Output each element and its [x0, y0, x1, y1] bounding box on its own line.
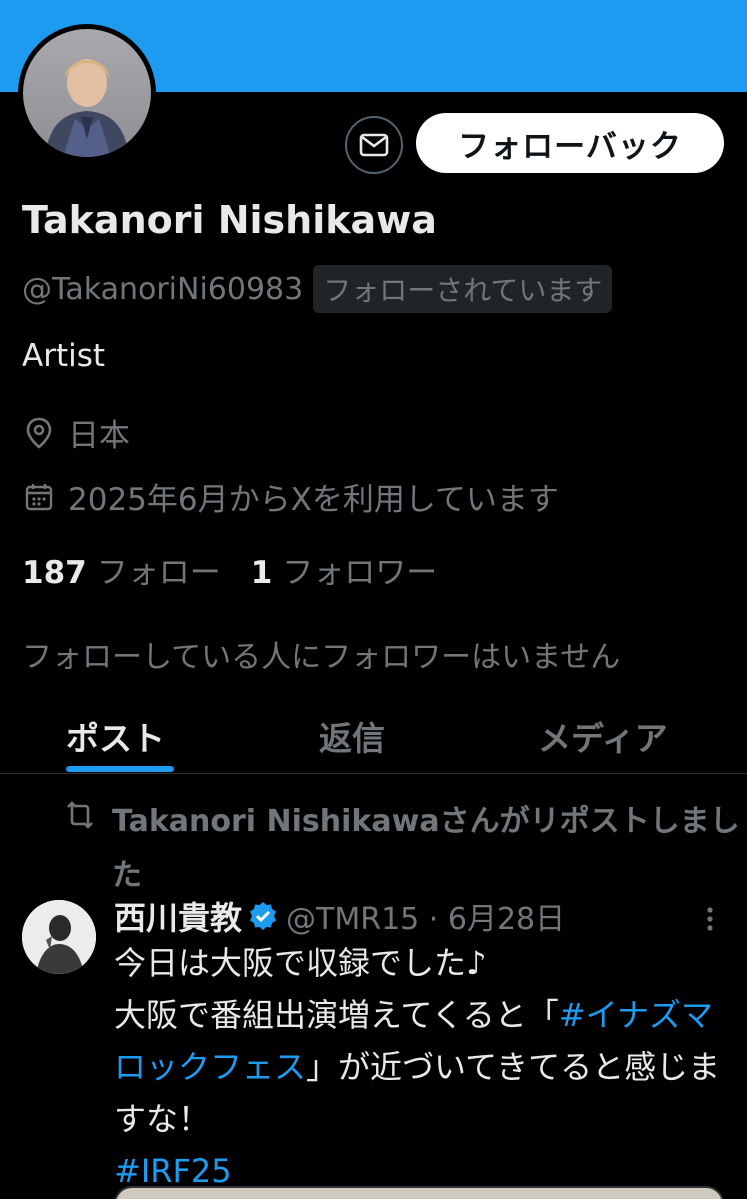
- follow-counts: 187 フォロー 1 フォロワー: [22, 547, 437, 592]
- post-author-avatar[interactable]: [22, 900, 96, 974]
- profile-avatar[interactable]: [18, 24, 156, 162]
- tab-replies[interactable]: 返信: [319, 712, 385, 760]
- profile-name: Takanori Nishikawa: [22, 198, 437, 242]
- followers-label: フォロワー: [282, 555, 438, 591]
- profile-bio: Artist: [22, 338, 106, 374]
- followers-link[interactable]: 1 フォロワー: [251, 547, 438, 592]
- more-options-icon[interactable]: [700, 904, 720, 934]
- following-label: フォロー: [96, 555, 221, 591]
- calendar-icon: [22, 480, 56, 514]
- post-media-image[interactable]: [114, 1186, 724, 1199]
- post-text: 今日は大阪で収録でした♪ 大阪で番組出演増えてくると「#イナズマロックフェス」が…: [114, 937, 729, 1197]
- following-count: 187: [22, 555, 87, 591]
- post-line: 大阪で番組出演増えてくると「#イナズマロックフェス」が近づいてきてると感じますな…: [114, 996, 721, 1138]
- repost-context[interactable]: Takanori Nishikawaさんがリポストしました: [62, 795, 742, 903]
- location-text: 日本: [68, 418, 130, 454]
- tab-posts[interactable]: ポスト: [66, 712, 165, 760]
- active-tab-indicator: [66, 766, 174, 772]
- repost-icon: [67, 801, 93, 829]
- mail-icon: [359, 133, 389, 157]
- post-header: 西川貴教 @TMR15 · 6月28日: [114, 893, 565, 939]
- following-link[interactable]: 187 フォロー: [22, 547, 221, 592]
- repost-text: Takanori Nishikawaさんがリポストしました: [112, 804, 740, 893]
- follow-back-button[interactable]: フォローバック: [416, 113, 724, 173]
- handle-row: @TakanoriNi60983 フォローされています: [22, 265, 613, 313]
- tab-media[interactable]: メディア: [538, 712, 668, 760]
- profile-joined: 2025年6月からXを利用しています: [22, 474, 559, 519]
- post-author-handle-date[interactable]: @TMR15 · 6月28日: [286, 894, 565, 938]
- message-button[interactable]: [345, 116, 403, 174]
- profile-tabs: ポスト 返信 メディア: [0, 700, 747, 774]
- profile-location: 日本: [22, 410, 130, 455]
- post-author-name[interactable]: 西川貴教: [114, 893, 242, 939]
- location-pin-icon: [22, 416, 56, 450]
- followers-count: 1: [250, 555, 273, 591]
- joined-text: 2025年6月からXを利用しています: [68, 482, 559, 518]
- verified-badge-icon: [250, 902, 277, 930]
- follows-you-badge: フォローされています: [313, 265, 613, 313]
- post-line: 今日は大阪で収録でした♪: [114, 944, 487, 982]
- no-mutual-followers-note: フォローしている人にフォロワーはいません: [22, 640, 621, 675]
- profile-handle: @TakanoriNi60983: [22, 271, 304, 307]
